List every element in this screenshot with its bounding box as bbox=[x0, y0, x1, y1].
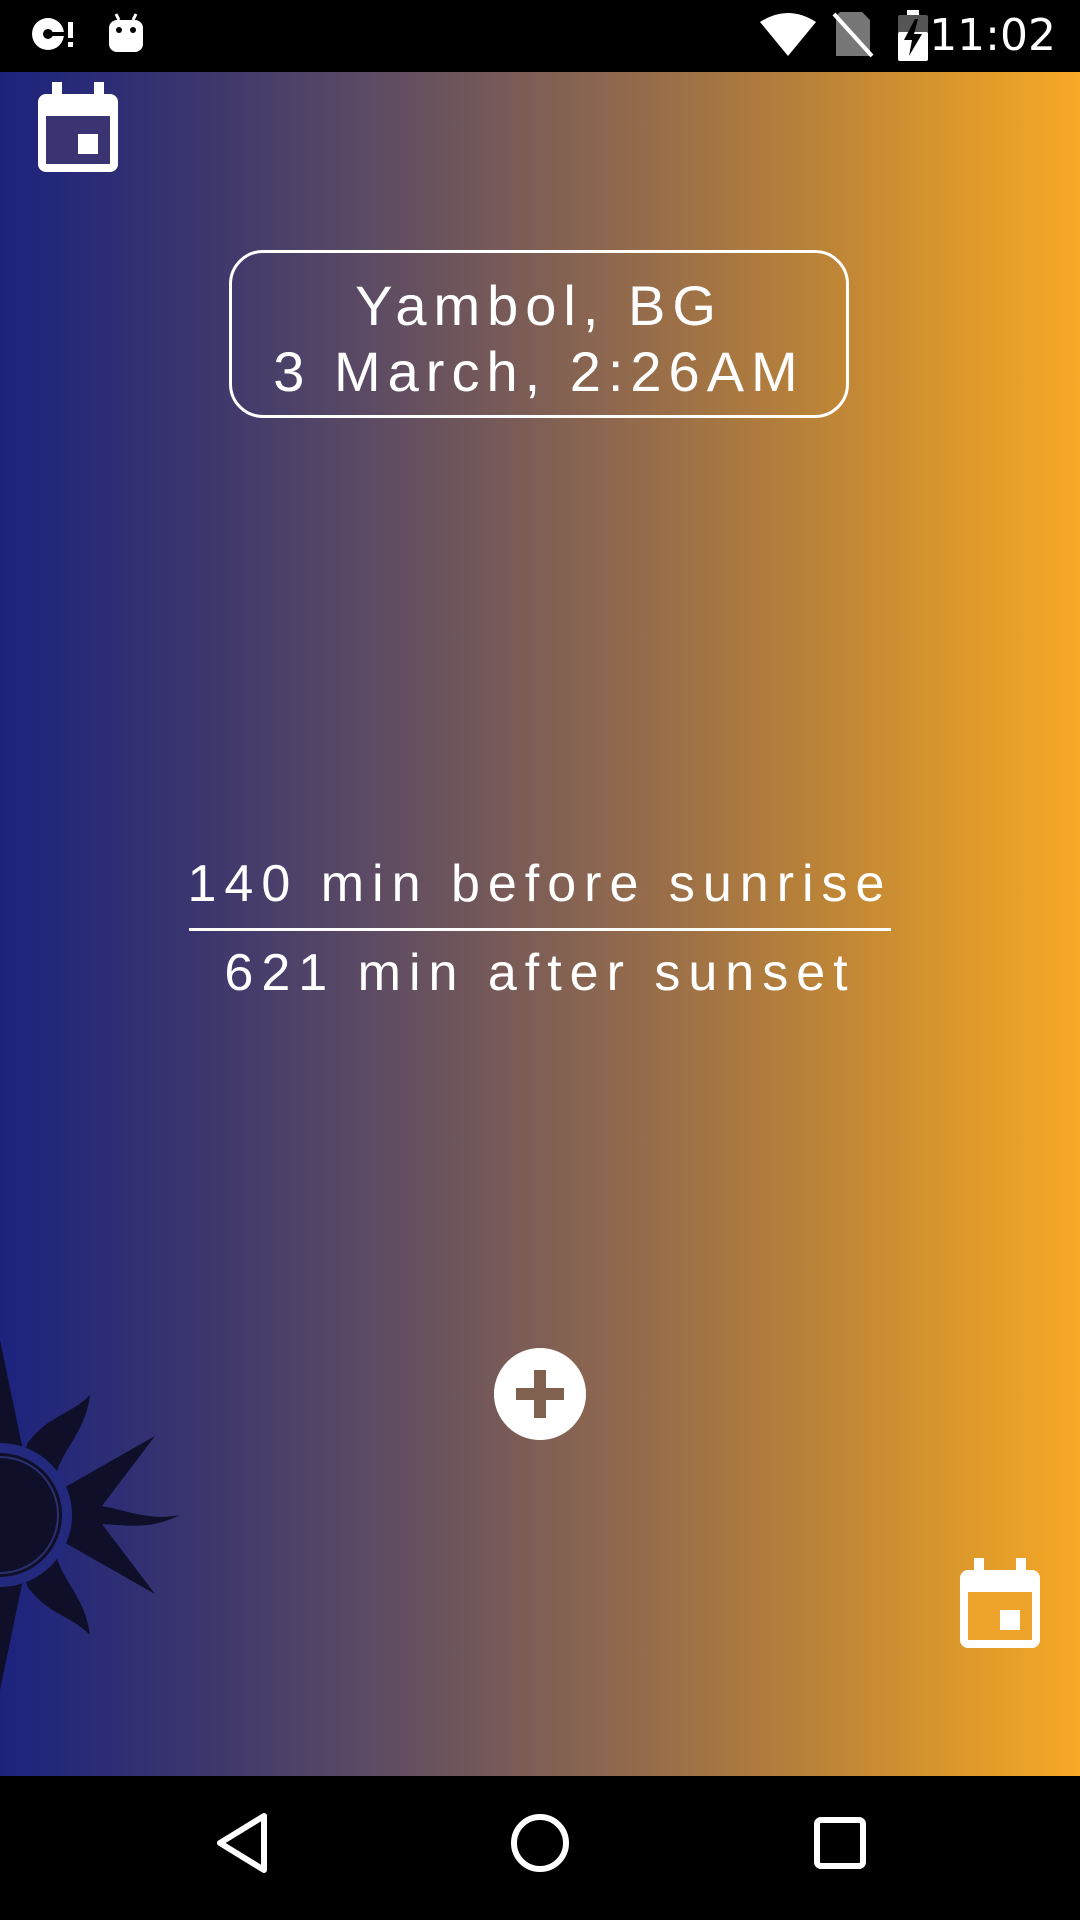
no-sim-icon bbox=[832, 12, 874, 58]
sun-icon bbox=[0, 1340, 180, 1690]
calendar-icon-top[interactable] bbox=[36, 82, 120, 174]
location-datetime-box[interactable]: Yambol, BG 3 March, 2:26AM bbox=[229, 250, 849, 418]
recents-icon[interactable] bbox=[812, 1810, 868, 1876]
navigation-bar bbox=[0, 1776, 1080, 1920]
sun-gradient-view: Yambol, BG 3 March, 2:26AM 140 min befor… bbox=[0, 72, 1080, 1776]
app-screen: 11:02 Yambol, BG 3 March, 2:26AM 140 min… bbox=[0, 0, 1080, 1920]
before-sunrise-label: 140 min before sunrise bbox=[187, 855, 893, 913]
location-label: Yambol, BG bbox=[355, 274, 723, 337]
back-icon[interactable] bbox=[212, 1810, 272, 1876]
wifi-icon bbox=[760, 13, 816, 56]
datetime-label: 3 March, 2:26AM bbox=[273, 340, 805, 403]
add-button[interactable] bbox=[494, 1348, 586, 1440]
media-notification-icon bbox=[32, 18, 73, 50]
battery-charging-icon bbox=[898, 10, 928, 61]
status-bar: 11:02 bbox=[0, 0, 1080, 72]
home-icon[interactable] bbox=[508, 1810, 572, 1876]
sun-times: 140 min before sunrise 621 min after sun… bbox=[0, 852, 1080, 1005]
android-notification-icon bbox=[109, 13, 143, 52]
status-clock: 11:02 bbox=[929, 10, 1056, 61]
divider bbox=[189, 928, 891, 931]
after-sunset-label: 621 min after sunset bbox=[224, 944, 856, 1002]
calendar-icon-bottom[interactable] bbox=[958, 1558, 1042, 1650]
